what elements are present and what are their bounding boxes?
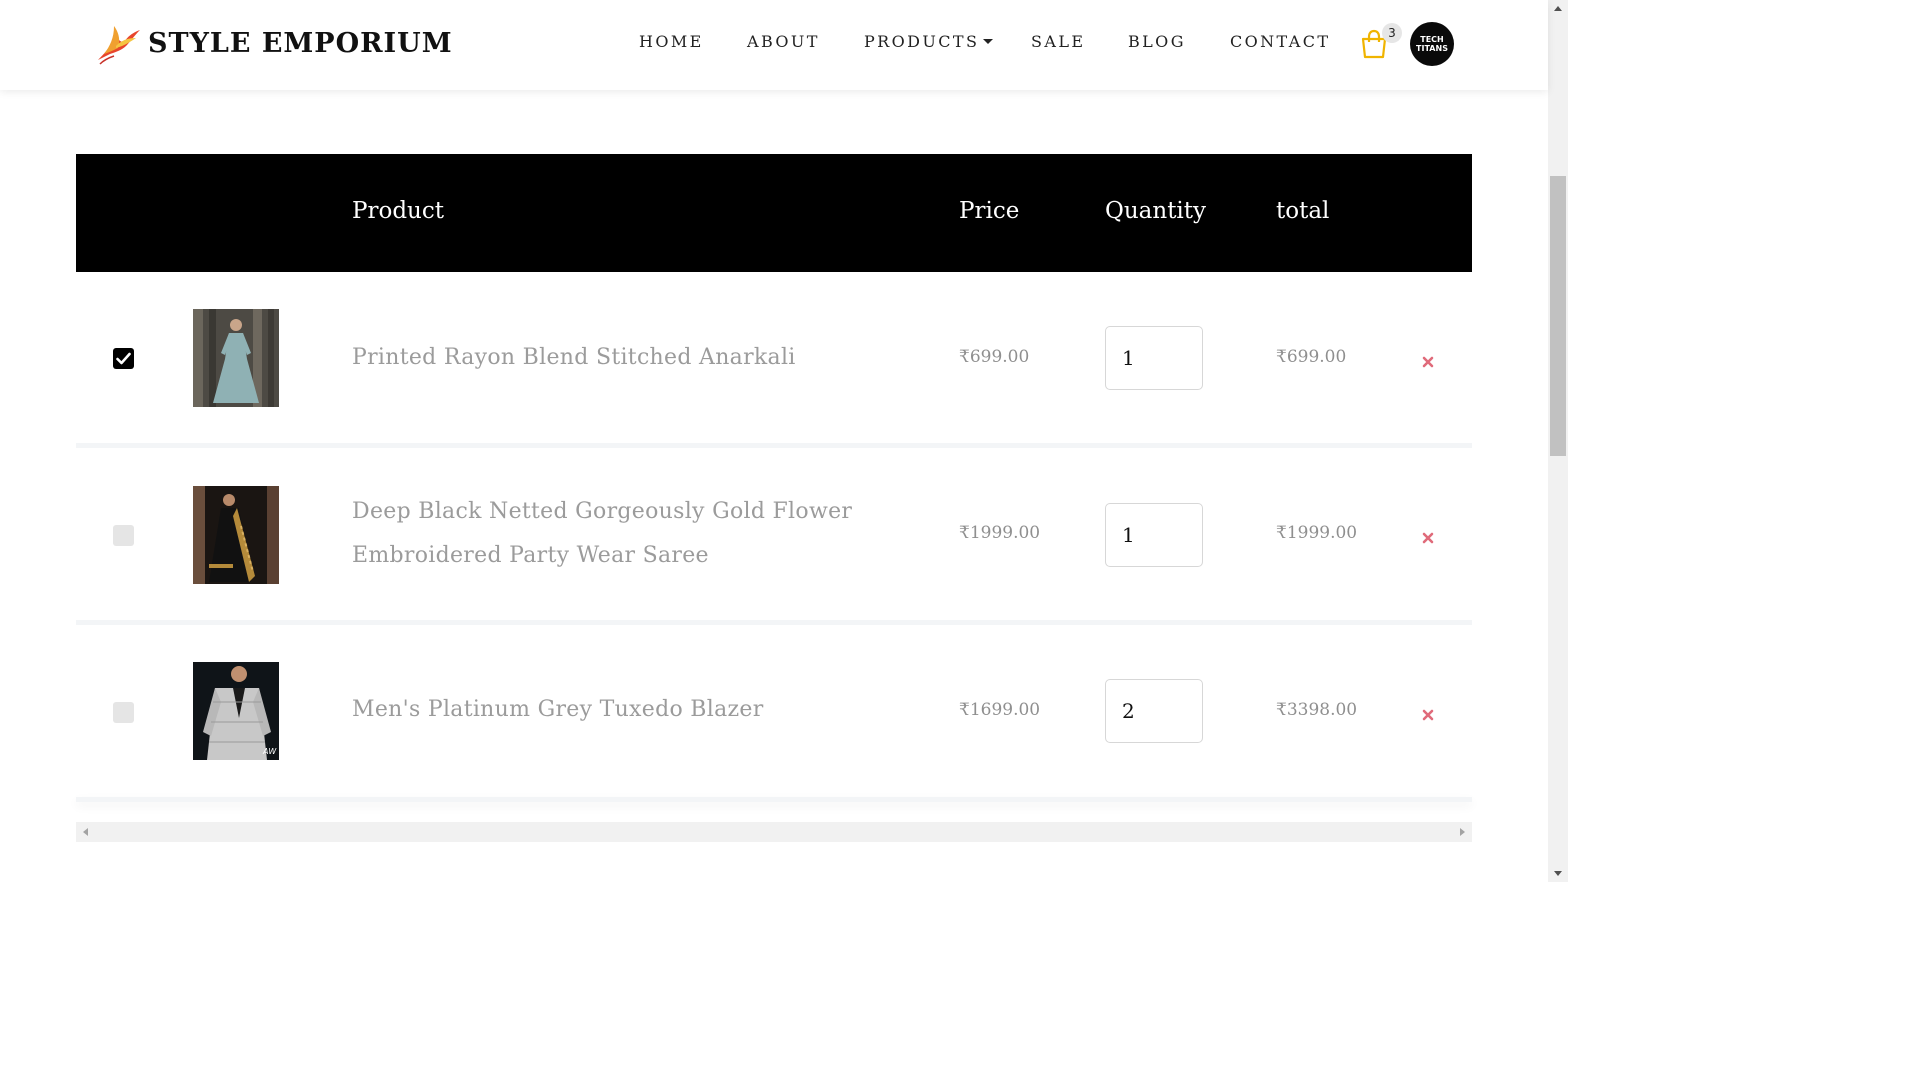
svg-text:AW: AW [262, 747, 277, 756]
avatar-text-line2: TITANS [1416, 44, 1448, 53]
product-name[interactable]: Deep Black Netted Gorgeously Gold Flower… [352, 490, 872, 578]
column-header-total: total [1276, 198, 1330, 224]
product-total: ₹699.00 [1276, 347, 1347, 367]
phoenix-bird-logo [98, 26, 140, 65]
vertical-scrollbar[interactable] [1548, 0, 1568, 882]
scrollbar-thumb[interactable] [1550, 176, 1566, 456]
product-price: ₹1699.00 [959, 700, 1041, 720]
top-navbar: STYLE EMPORIUM HOME ABOUT PRODUCTS SALE … [0, 0, 1548, 90]
nav-products[interactable]: PRODUCTS [864, 32, 994, 51]
product-total: ₹1999.00 [1276, 523, 1358, 543]
checkmark-icon [116, 352, 131, 365]
product-total: ₹3398.00 [1276, 700, 1358, 720]
anarkali-product-photo[interactable] [193, 309, 279, 407]
column-header-product: Product [352, 198, 444, 224]
quantity-input[interactable] [1105, 326, 1203, 390]
column-header-price: Price [959, 198, 1020, 224]
cart-count-badge: 3 [1382, 23, 1402, 43]
nav-blog[interactable]: BLOG [1128, 32, 1186, 51]
nav-sale[interactable]: SALE [1031, 32, 1085, 51]
row-select-checkbox[interactable] [113, 702, 134, 723]
row-divider [76, 797, 1472, 802]
blazer-product-photo[interactable]: AW [193, 662, 279, 760]
quantity-input[interactable] [1105, 503, 1203, 567]
nav-contact[interactable]: CONTACT [1230, 32, 1330, 51]
nav-products-label: PRODUCTS [864, 32, 980, 51]
table-row: Printed Rayon Blend Stitched Anarkali ₹6… [76, 272, 1472, 444]
table-row: Deep Black Netted Gorgeously Gold Flower… [76, 448, 1472, 620]
nav-home[interactable]: HOME [639, 32, 704, 51]
product-name[interactable]: Men's Platinum Grey Tuxedo Blazer [352, 688, 872, 732]
remove-item-icon[interactable] [1422, 356, 1434, 368]
scroll-left-arrow-icon[interactable] [83, 828, 88, 836]
row-select-checkbox[interactable] [113, 525, 134, 546]
quantity-input[interactable] [1105, 679, 1203, 743]
column-header-quantity: Quantity [1105, 198, 1207, 224]
nav-about[interactable]: ABOUT [747, 32, 820, 51]
brand[interactable]: STYLE EMPORIUM [94, 20, 453, 66]
chevron-down-icon [983, 38, 994, 44]
scroll-right-arrow-icon[interactable] [1460, 828, 1465, 836]
scroll-up-arrow-icon[interactable] [1554, 6, 1562, 11]
cart-table-header: Product Price Quantity total [76, 154, 1472, 272]
avatar[interactable]: TECH TITANS [1410, 22, 1454, 66]
row-select-checkbox[interactable] [113, 348, 134, 369]
remove-item-icon[interactable] [1422, 709, 1434, 721]
table-row: AW Men's Platinum Grey Tuxedo Blazer ₹16… [76, 625, 1472, 797]
remove-item-icon[interactable] [1422, 532, 1434, 544]
product-price: ₹699.00 [959, 347, 1030, 367]
product-price: ₹1999.00 [959, 523, 1041, 543]
brand-name: STYLE EMPORIUM [148, 27, 453, 59]
horizontal-scrollbar[interactable] [76, 822, 1472, 842]
scroll-down-arrow-icon[interactable] [1554, 871, 1562, 876]
saree-product-photo[interactable] [193, 486, 279, 584]
avatar-text-line1: TECH [1420, 35, 1444, 44]
product-name[interactable]: Printed Rayon Blend Stitched Anarkali [352, 336, 872, 380]
